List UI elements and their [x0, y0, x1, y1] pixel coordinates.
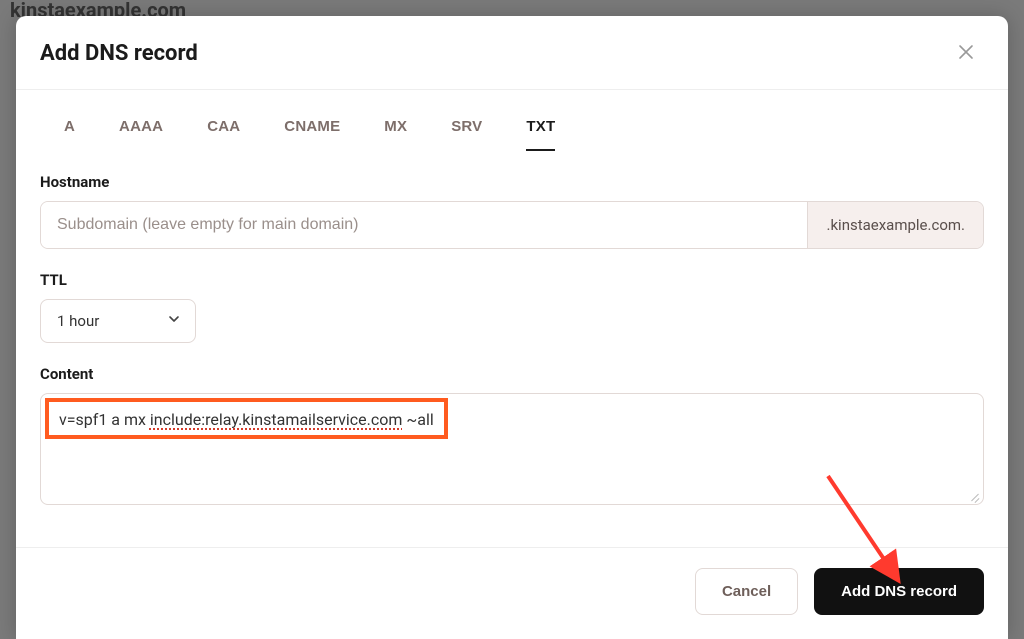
tab-caa[interactable]: CAA: [207, 118, 240, 151]
hostname-label: Hostname: [40, 173, 984, 191]
tab-srv[interactable]: SRV: [451, 118, 482, 151]
chevron-down-icon: [167, 312, 181, 330]
resize-handle-icon[interactable]: [968, 489, 980, 501]
tab-cname[interactable]: CNAME: [284, 118, 340, 151]
add-dns-record-modal: Add DNS record A AAAA CAA CNAME MX SRV T…: [16, 16, 1008, 639]
hostname-wrap: .kinstaexample.com.: [40, 201, 984, 249]
tab-txt[interactable]: TXT: [526, 118, 555, 151]
close-icon: [958, 44, 974, 60]
content-text-spellchecked: include:relay.kinstamailservice.com: [150, 410, 402, 429]
hostname-input[interactable]: [41, 202, 807, 248]
modal-footer: Cancel Add DNS record: [16, 547, 1008, 639]
modal-title: Add DNS record: [40, 41, 198, 66]
content-group: Content v=spf1 a mx include:relay.kinsta…: [40, 365, 984, 505]
content-text-suffix: ~all: [402, 410, 433, 429]
cancel-button[interactable]: Cancel: [695, 568, 798, 615]
ttl-label: TTL: [40, 271, 984, 289]
ttl-selected-value: 1 hour: [57, 312, 99, 330]
content-highlight: v=spf1 a mx include:relay.kinstamailserv…: [45, 398, 448, 439]
content-textarea[interactable]: v=spf1 a mx include:relay.kinstamailserv…: [40, 393, 984, 505]
ttl-group: TTL 1 hour: [40, 271, 984, 343]
modal-header: Add DNS record: [16, 16, 1008, 90]
ttl-select[interactable]: 1 hour: [40, 299, 196, 343]
add-dns-record-button[interactable]: Add DNS record: [814, 568, 984, 615]
tab-mx[interactable]: MX: [384, 118, 407, 151]
tab-a[interactable]: A: [64, 118, 75, 151]
hostname-suffix: .kinstaexample.com.: [807, 202, 983, 248]
content-text-prefix: v=spf1 a mx: [59, 410, 150, 429]
close-button[interactable]: [954, 40, 978, 67]
record-type-tabs: A AAAA CAA CNAME MX SRV TXT: [40, 100, 984, 151]
hostname-group: Hostname .kinstaexample.com.: [40, 173, 984, 249]
modal-body: A AAAA CAA CNAME MX SRV TXT Hostname .ki…: [16, 90, 1008, 547]
content-label: Content: [40, 365, 984, 383]
tab-aaaa[interactable]: AAAA: [119, 118, 163, 151]
